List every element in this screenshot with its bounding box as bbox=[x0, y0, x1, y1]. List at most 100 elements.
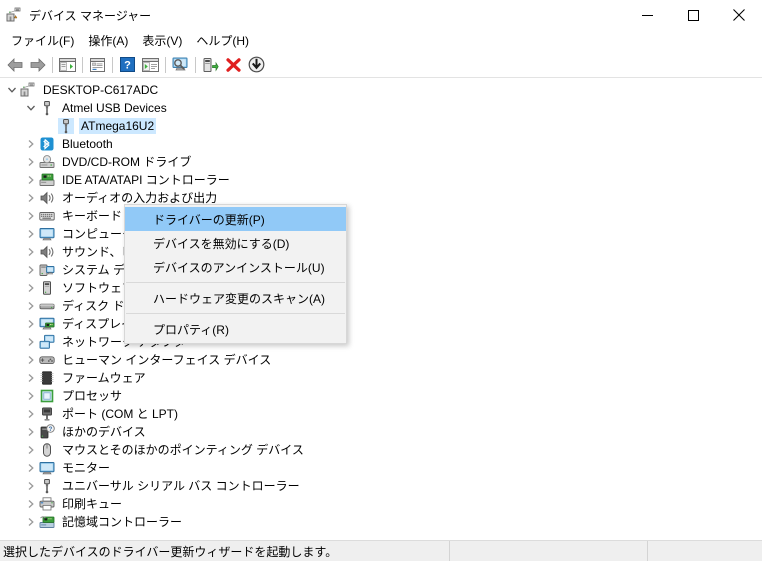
tree-node-keyboards[interactable]: キーボード bbox=[0, 207, 762, 225]
chevron-right-icon[interactable] bbox=[23, 352, 39, 368]
chevron-right-icon[interactable] bbox=[23, 442, 39, 458]
chevron-right-icon[interactable] bbox=[23, 514, 39, 530]
sound-icon bbox=[39, 244, 55, 260]
chevron-right-icon[interactable] bbox=[23, 280, 39, 296]
menu-action[interactable]: 操作(A) bbox=[81, 30, 135, 52]
mouse-icon bbox=[39, 442, 55, 458]
window-controls bbox=[624, 0, 762, 30]
chevron-right-icon[interactable] bbox=[23, 208, 39, 224]
firmware-icon bbox=[39, 370, 55, 386]
other-device-icon: ? bbox=[39, 424, 55, 440]
ctx-uninstall-device[interactable]: デバイスのアンインストール(U) bbox=[125, 255, 346, 279]
chevron-right-icon[interactable] bbox=[23, 316, 39, 332]
properties-icon[interactable] bbox=[86, 54, 109, 76]
monitor-icon bbox=[39, 460, 55, 476]
storage-controller-icon bbox=[39, 514, 55, 530]
chevron-down-icon[interactable] bbox=[23, 100, 39, 116]
tree-node-dvd-cdrom[interactable]: DVD/CD-ROM ドライブ bbox=[0, 153, 762, 171]
show-hide-console-tree-icon[interactable] bbox=[56, 54, 79, 76]
chevron-right-icon[interactable] bbox=[23, 478, 39, 494]
tree-node-network-adapters[interactable]: ネットワーク アダプター bbox=[0, 333, 762, 351]
chevron-right-icon[interactable] bbox=[23, 136, 39, 152]
tree-node-ide-ata-atapi[interactable]: IDE ATA/ATAPI コントローラー bbox=[0, 171, 762, 189]
chevron-right-icon[interactable] bbox=[23, 154, 39, 170]
window-title: デバイス マネージャー bbox=[29, 8, 152, 23]
status-pane-3 bbox=[648, 541, 762, 561]
tree-node-system-devices[interactable]: システム デバイス bbox=[0, 261, 762, 279]
tree-node-label: DESKTOP-C617ADC bbox=[43, 83, 159, 97]
tree-node-human-interface-devices[interactable]: ヒューマン インターフェイス デバイス bbox=[0, 351, 762, 369]
maximize-button[interactable] bbox=[670, 0, 716, 30]
chevron-right-icon[interactable] bbox=[23, 370, 39, 386]
minimize-button[interactable] bbox=[624, 0, 670, 30]
tree-node-disk-drives[interactable]: ディスク ドライブ bbox=[0, 297, 762, 315]
tree-node-label: ファームウェア bbox=[62, 371, 146, 385]
usb-icon bbox=[39, 100, 55, 116]
tree-node-storage-controllers[interactable]: 記憶域コントローラー bbox=[0, 513, 762, 531]
tree-node-computer[interactable]: コンピューター bbox=[0, 225, 762, 243]
toolbar-separator bbox=[112, 56, 113, 73]
tree-node-print-queues[interactable]: 印刷キュー bbox=[0, 495, 762, 513]
tree-node-label: マウスとそのほかのポインティング デバイス bbox=[62, 443, 304, 457]
chevron-right-icon[interactable] bbox=[23, 424, 39, 440]
back-arrow-icon[interactable] bbox=[3, 54, 26, 76]
ctx-properties[interactable]: プロパティ(R) bbox=[125, 317, 346, 341]
disk-drive-icon bbox=[39, 298, 55, 314]
menu-separator bbox=[126, 313, 345, 314]
chevron-right-icon[interactable] bbox=[23, 172, 39, 188]
menu-help[interactable]: ヘルプ(H) bbox=[189, 30, 256, 52]
tree-node-processors[interactable]: プロセッサ bbox=[0, 387, 762, 405]
tree-node-atmega16u2[interactable]: ATmega16U2 bbox=[0, 117, 762, 135]
device-manager-icon bbox=[6, 7, 22, 23]
device-tree[interactable]: DESKTOP-C617ADC Atmel USB Devices ATmega… bbox=[0, 78, 762, 540]
ctx-disable-device[interactable]: デバイスを無効にする(D) bbox=[125, 231, 346, 255]
chevron-right-icon[interactable] bbox=[23, 334, 39, 350]
ctx-scan-hardware-changes[interactable]: ハードウェア変更のスキャン(A) bbox=[125, 286, 346, 310]
status-pane-2 bbox=[450, 541, 648, 561]
tree-node-sound-video-game-controllers[interactable]: サウンド、ビデオ、およびゲーム コントローラー bbox=[0, 243, 762, 261]
menu-file[interactable]: ファイル(F) bbox=[4, 30, 81, 52]
help-icon[interactable]: ? bbox=[116, 54, 139, 76]
uninstall-device-icon[interactable] bbox=[222, 54, 245, 76]
chevron-right-icon[interactable] bbox=[23, 262, 39, 278]
chevron-right-icon[interactable] bbox=[23, 406, 39, 422]
tree-node-software-devices[interactable]: ソフトウェア デバイス bbox=[0, 279, 762, 297]
device-manager-window: デバイス マネージャー ファイル(F) 操作(A) 表示(V) ヘルプ(H) ?… bbox=[0, 0, 762, 561]
ide-controller-icon bbox=[39, 172, 55, 188]
chevron-right-icon[interactable] bbox=[23, 298, 39, 314]
scan-hardware-changes-icon[interactable] bbox=[139, 54, 162, 76]
update-driver-icon[interactable] bbox=[199, 54, 222, 76]
enable-device-icon[interactable] bbox=[245, 54, 268, 76]
tree-node-root[interactable]: DESKTOP-C617ADC bbox=[0, 81, 762, 99]
tree-node-bluetooth[interactable]: Bluetooth bbox=[0, 135, 762, 153]
tree-node-ports[interactable]: ポート (COM と LPT) bbox=[0, 405, 762, 423]
tree-node-firmware[interactable]: ファームウェア bbox=[0, 369, 762, 387]
menu-view[interactable]: 表示(V) bbox=[135, 30, 189, 52]
chevron-right-icon[interactable] bbox=[23, 460, 39, 476]
computer-monitor-icon[interactable] bbox=[169, 54, 192, 76]
context-menu[interactable]: ドライバーの更新(P) デバイスを無効にする(D) デバイスのアンインストール(… bbox=[124, 204, 347, 344]
close-button[interactable] bbox=[716, 0, 762, 30]
titlebar: デバイス マネージャー bbox=[0, 0, 762, 30]
tree-node-label: ほかのデバイス bbox=[62, 425, 146, 439]
tree-node-other-devices[interactable]: ? ほかのデバイス bbox=[0, 423, 762, 441]
chevron-down-icon[interactable] bbox=[4, 82, 20, 98]
tree-node-audio-inputs-outputs[interactable]: オーディオの入力および出力 bbox=[0, 189, 762, 207]
chevron-right-icon[interactable] bbox=[23, 496, 39, 512]
ctx-update-driver[interactable]: ドライバーの更新(P) bbox=[125, 207, 346, 231]
tree-node-mice-pointing-devices[interactable]: マウスとそのほかのポインティング デバイス bbox=[0, 441, 762, 459]
chevron-right-icon[interactable] bbox=[23, 190, 39, 206]
tree-node-label: ATmega16U2 bbox=[79, 118, 157, 134]
chevron-right-icon[interactable] bbox=[23, 226, 39, 242]
tree-node-display-adapters[interactable]: ディスプレイ アダプター bbox=[0, 315, 762, 333]
tree-node-label: 印刷キュー bbox=[62, 497, 123, 511]
tree-node-atmel-usb-devices[interactable]: Atmel USB Devices bbox=[0, 99, 762, 117]
tree-node-label: ユニバーサル シリアル バス コントローラー bbox=[62, 479, 300, 493]
forward-arrow-icon[interactable] bbox=[26, 54, 49, 76]
chevron-right-icon[interactable] bbox=[23, 388, 39, 404]
chevron-right-icon[interactable] bbox=[23, 244, 39, 260]
tree-node-usb-controllers[interactable]: ユニバーサル シリアル バス コントローラー bbox=[0, 477, 762, 495]
usb-icon bbox=[39, 478, 55, 494]
network-adapter-icon bbox=[39, 334, 55, 350]
tree-node-monitors[interactable]: モニター bbox=[0, 459, 762, 477]
